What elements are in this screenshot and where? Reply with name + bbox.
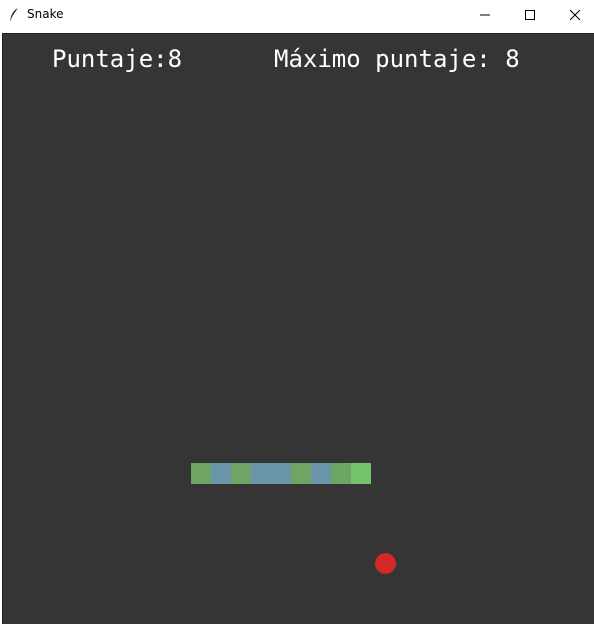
feather-icon [9,7,19,22]
snake [191,463,371,484]
title-bar[interactable]: Snake [0,0,594,30]
close-icon [569,9,581,21]
snake-segment [251,463,271,484]
snake-segment [231,463,251,484]
snake-segment [331,463,351,484]
snake-segment [311,463,331,484]
snake-segment [271,463,291,484]
window-title: Snake [27,7,64,21]
snake-segment [291,463,311,484]
snake-head [351,463,371,484]
snake-segment [211,463,231,484]
close-button[interactable] [552,0,594,30]
food-apple [375,553,396,574]
minimize-icon [480,14,490,16]
snake-window: Snake Puntaje:8 Máximo puntaje: 8 [0,0,594,624]
maximize-button[interactable] [507,0,552,30]
maximize-icon [525,10,535,20]
game-canvas[interactable]: Puntaje:8 Máximo puntaje: 8 [2,33,594,624]
minimize-button[interactable] [462,0,507,30]
high-score-label: Máximo puntaje: 8 [274,45,520,73]
snake-segment [191,463,211,484]
score-label: Puntaje:8 [52,45,183,73]
